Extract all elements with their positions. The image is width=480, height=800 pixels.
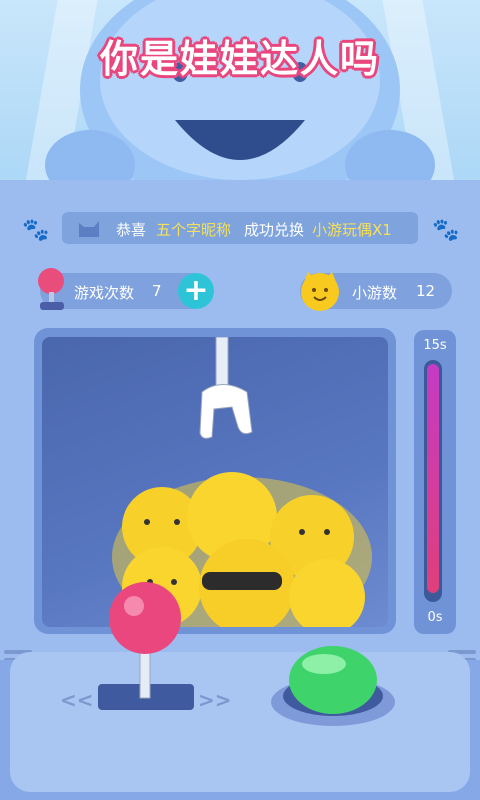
plus-icon: +: [183, 273, 209, 308]
right-chevron-icon: >>: [198, 688, 232, 712]
timer-min-label: 0s: [427, 610, 443, 625]
claw-machine-glass: [42, 337, 388, 627]
message-middle: 成功兑换: [244, 221, 305, 239]
message-nickname: 五个字昵称: [156, 221, 232, 239]
grab-button[interactable]: [268, 644, 398, 728]
claw[interactable]: [192, 337, 272, 457]
cat-avatar-icon: [79, 221, 99, 237]
page-title: 你是娃娃达人吗: [99, 37, 380, 81]
paw-icon: 🐾: [432, 218, 460, 243]
announcement-bar: 恭喜 五个字昵称 成功兑换 小游玩偶X1: [62, 212, 418, 244]
sunglasses: [202, 572, 282, 590]
add-plays-button[interactable]: +: [178, 273, 214, 309]
coins-value: 12: [416, 282, 436, 300]
message-prize: 小游玩偶X1: [312, 221, 392, 239]
joystick-control[interactable]: [96, 576, 196, 716]
message-prefix: 恭喜: [116, 221, 147, 239]
left-chevron-icon: <<: [60, 688, 94, 712]
control-console: [10, 652, 470, 792]
joystick-icon: [38, 268, 64, 310]
plays-label: 游戏次数: [74, 284, 135, 302]
timer-fill: [427, 364, 439, 593]
timer-max-label: 15s: [423, 338, 447, 353]
paw-icon: 🐾: [22, 218, 50, 243]
coins-label: 小游数: [352, 284, 398, 302]
top-banner: 你是娃娃达人吗: [0, 0, 480, 200]
plays-value: 7: [152, 282, 162, 300]
mascot-coin-icon: [301, 272, 339, 311]
